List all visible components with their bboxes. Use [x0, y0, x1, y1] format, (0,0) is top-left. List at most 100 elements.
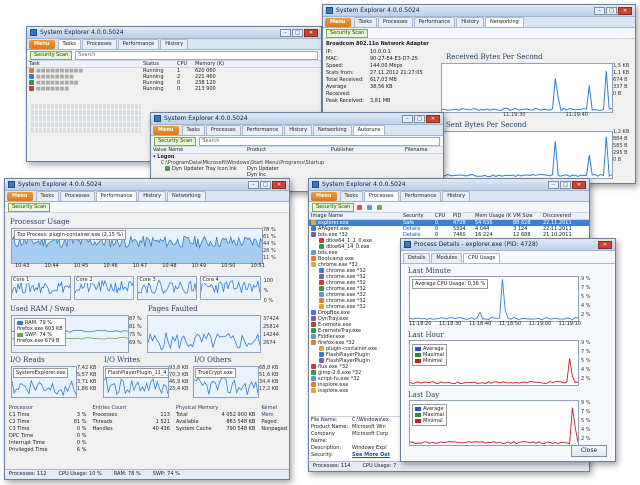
security-scan-button[interactable]: Security Scan — [312, 202, 355, 212]
minimize-button[interactable]: – — [594, 6, 605, 15]
title-bar[interactable]: System Explorer 4.0.0.5024 – □ ✕ — [309, 179, 589, 191]
tab-performance[interactable]: Performance — [399, 191, 442, 201]
adapter-panel: Broadcom 802.11n Network Adapter IP: 10.0… — [326, 41, 432, 105]
minimize-button[interactable]: – — [548, 180, 559, 189]
tab-history[interactable]: History — [160, 39, 189, 49]
core-label: Core 3 — [139, 277, 156, 283]
tab-processes[interactable]: Processes — [377, 17, 413, 27]
properties-icon[interactable] — [377, 204, 383, 210]
security-scan-button[interactable]: Security Scan — [8, 202, 51, 212]
tab-networking[interactable]: Networking — [485, 17, 524, 27]
tab-networking[interactable]: Networking — [167, 191, 206, 201]
window-title: Process Details - explorer.exe (PID: 472… — [414, 241, 539, 248]
toolbar: Security Scan — [323, 28, 635, 39]
tab-tasks[interactable]: Tasks — [353, 17, 377, 27]
title-bar[interactable]: Process Details - explorer.exe (PID: 472… — [401, 239, 615, 251]
close-button[interactable]: ✕ — [618, 6, 632, 15]
tab-processes[interactable]: Processes — [205, 125, 241, 135]
io-others-process: TrueCrypt.exe — [195, 368, 236, 378]
process-icon — [311, 376, 316, 381]
maximize-button[interactable]: □ — [260, 180, 271, 189]
tab-performance[interactable]: Performance — [413, 17, 456, 27]
title-bar[interactable]: System Explorer 4.0.0.5024 – □ ✕ — [5, 179, 289, 191]
app-icon — [8, 181, 15, 188]
checkbox-icon[interactable] — [165, 166, 170, 171]
tab-history[interactable]: History — [442, 191, 471, 201]
maximize-button[interactable]: □ — [292, 28, 303, 37]
average-cpu-label: Average CPU Usage: 0,36 % — [412, 279, 489, 289]
app-icon — [404, 241, 411, 248]
title-bar[interactable]: System Explorer 4.0.0.5024 – □ ✕ — [151, 113, 443, 125]
status-bar: Processes: 114 CPU Usage: 7 — [309, 461, 589, 471]
process-icon — [311, 316, 316, 321]
process-icon — [319, 304, 324, 309]
maximize-button[interactable]: □ — [414, 114, 425, 123]
window-process-details: Process Details - explorer.exe (PID: 472… — [400, 238, 616, 462]
maximize-button[interactable]: □ — [560, 180, 571, 189]
see-more-details-link[interactable]: See More Det — [352, 452, 390, 459]
day-legend: Average Maximal Minimal — [412, 404, 448, 426]
menu-button[interactable]: Menu — [29, 40, 55, 49]
search-input[interactable]: Search — [75, 50, 318, 60]
tab-tasks[interactable]: Tasks — [57, 39, 81, 49]
process-icon — [311, 310, 316, 315]
ram-swatch — [17, 320, 23, 325]
tab-processes[interactable]: Processes — [81, 39, 117, 49]
security-scan-button[interactable]: Security Scan — [30, 50, 73, 60]
processor-usage-title: Processor Usage — [10, 218, 70, 226]
menu-button[interactable]: Menu — [153, 126, 179, 135]
tab-modules[interactable]: Modules — [431, 253, 463, 263]
tab-tasks[interactable]: Tasks — [339, 191, 363, 201]
tab-networking[interactable]: Networking — [313, 125, 352, 135]
close-button[interactable]: ✕ — [304, 28, 318, 37]
menu-button[interactable]: Menu — [325, 18, 351, 27]
close-dialog-button[interactable]: Close — [571, 445, 607, 457]
tab-details[interactable]: Details — [403, 253, 431, 263]
process-icon — [319, 346, 324, 351]
tab-processes[interactable]: Processes — [363, 191, 399, 201]
adapter-properties: IP: 10.0.0.1 MAC: 90-27-E4-E3-D7-25 Speed: 14… — [326, 49, 432, 105]
close-button[interactable]: ✕ — [598, 240, 612, 249]
toolbar: Security Scan Search — [151, 136, 443, 147]
close-button[interactable]: ✕ — [426, 114, 440, 123]
tab-tasks[interactable]: Tasks — [35, 191, 59, 201]
menu-button[interactable]: Menu — [7, 192, 33, 201]
kill-process-icon[interactable] — [357, 204, 363, 210]
tab-cpu-usage[interactable]: CPU Usage — [463, 253, 501, 263]
table-row[interactable]: ■■■■■■■ Running 0 213 900 — [27, 86, 321, 92]
pages-faulted-line — [148, 332, 260, 351]
sent-chart — [442, 136, 612, 178]
tab-autoruns[interactable]: Autoruns — [352, 125, 386, 135]
tab-history[interactable]: History — [456, 17, 485, 27]
minimize-button[interactable]: – — [248, 180, 259, 189]
tab-history[interactable]: History — [284, 125, 313, 135]
title-bar[interactable]: System Explorer 4.0.0.5024 – □ ✕ — [323, 5, 635, 17]
tab-history[interactable]: History — [138, 191, 167, 201]
maximize-button[interactable]: □ — [606, 6, 617, 15]
adapter-name: Broadcom 802.11n Network Adapter — [326, 41, 429, 47]
refresh-icon[interactable] — [367, 204, 373, 210]
close-button[interactable]: ✕ — [272, 180, 286, 189]
process-icon — [319, 298, 324, 303]
minimize-button[interactable]: – — [280, 28, 291, 37]
tab-performance[interactable]: Performance — [117, 39, 160, 49]
core-graphs: Core 1 Core 2 Core 3 Core 4 100 % 0 % — [11, 276, 279, 304]
close-button[interactable]: ✕ — [572, 180, 586, 189]
security-scan-button[interactable]: Security Scan — [154, 136, 197, 146]
security-scan-button[interactable]: Security Scan — [326, 28, 369, 38]
minimize-button[interactable]: – — [402, 114, 413, 123]
io-writes-process: FlashPlayerPlugin_11_4_402_2 — [105, 368, 168, 378]
tab-performance[interactable]: Performance — [95, 191, 138, 201]
tab-performance[interactable]: Performance — [241, 125, 284, 135]
title-bar[interactable]: System Explorer 4.0.0.5024 – □ ✕ — [27, 27, 321, 39]
window-title: System Explorer 4.0.0.5024 — [18, 181, 102, 188]
received-line — [442, 71, 612, 112]
tab-processes[interactable]: Processes — [59, 191, 95, 201]
search-input[interactable]: Search — [199, 136, 440, 146]
menu-button[interactable]: Menu — [311, 192, 337, 201]
stats-physical-memory: Physical Memory Total 4 052 900 KB Availa… — [175, 405, 256, 432]
tab-tasks[interactable]: Tasks — [181, 125, 205, 135]
core-label: Core 1 — [13, 277, 30, 283]
column-header[interactable]: Mem Usage (K) — [473, 213, 511, 220]
status-bar: Processes: 112 CPU Usage: 10 % RAM: 78 % SW… — [5, 469, 289, 479]
